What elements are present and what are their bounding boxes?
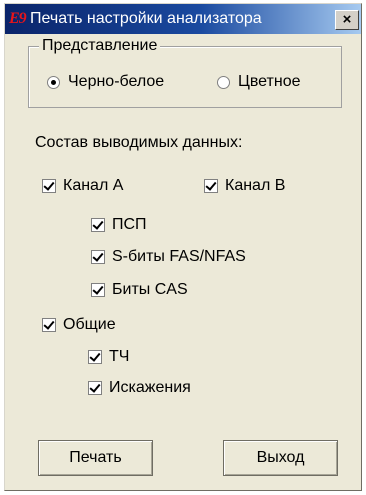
checkbox-channel-a-label: Канал A <box>63 177 124 194</box>
checkbox-cas-label: Биты CAS <box>112 281 188 298</box>
checkbox-tch-label: ТЧ <box>109 348 130 365</box>
checkbox-sbits-label: S-биты FAS/NFAS <box>112 248 246 265</box>
radio-black-white-label: Черно-белое <box>68 73 165 90</box>
app-logo-icon: E9 <box>9 10 27 27</box>
checkbox-channel-b-label: Канал B <box>225 177 286 194</box>
checkbox-psp-label: ПСП <box>112 216 147 233</box>
radio-black-white-circle[interactable] <box>47 75 60 89</box>
exit-button[interactable]: Выход <box>223 440 338 476</box>
checkbox-channel-a-box[interactable] <box>42 179 56 193</box>
checkbox-cas-box[interactable] <box>91 283 105 297</box>
checkbox-common-label: Общие <box>63 316 116 333</box>
checkbox-common-box[interactable] <box>42 318 56 332</box>
representation-group: Представление Черно-белое Цветное <box>28 37 342 108</box>
title-bar[interactable]: E9 Печать настройки анализатора × <box>5 4 361 34</box>
checkbox-psp-box[interactable] <box>91 218 105 232</box>
checkbox-distortion-box[interactable] <box>88 381 102 395</box>
representation-legend: Представление <box>39 37 161 55</box>
checkbox-common[interactable]: Общие <box>42 315 116 335</box>
checkbox-channel-b[interactable]: Канал B <box>204 176 285 196</box>
checkbox-channel-b-box[interactable] <box>204 179 218 193</box>
checkbox-channel-a[interactable]: Канал A <box>42 176 123 196</box>
checkbox-distortion[interactable]: Искажения <box>88 378 191 398</box>
checkbox-sbits[interactable]: S-биты FAS/NFAS <box>91 247 246 267</box>
print-button[interactable]: Печать <box>38 440 153 476</box>
radio-color[interactable]: Цветное <box>217 72 300 92</box>
radio-color-label: Цветное <box>238 73 301 90</box>
radio-black-white[interactable]: Черно-белое <box>47 72 164 92</box>
checkbox-psp[interactable]: ПСП <box>91 215 147 235</box>
checkbox-sbits-box[interactable] <box>91 250 105 264</box>
output-heading: Состав выводимых данных: <box>35 134 243 151</box>
checkbox-tch-box[interactable] <box>88 350 102 364</box>
close-button[interactable]: × <box>335 10 359 30</box>
checkbox-distortion-label: Искажения <box>109 379 191 396</box>
checkbox-tch[interactable]: ТЧ <box>88 347 129 367</box>
print-settings-dialog: E9 Печать настройки анализатора × Предст… <box>4 3 362 491</box>
close-icon: × <box>342 11 352 28</box>
window-title: Печать настройки анализатора <box>30 10 262 27</box>
radio-color-circle[interactable] <box>217 75 230 89</box>
checkbox-cas[interactable]: Биты CAS <box>91 280 188 300</box>
